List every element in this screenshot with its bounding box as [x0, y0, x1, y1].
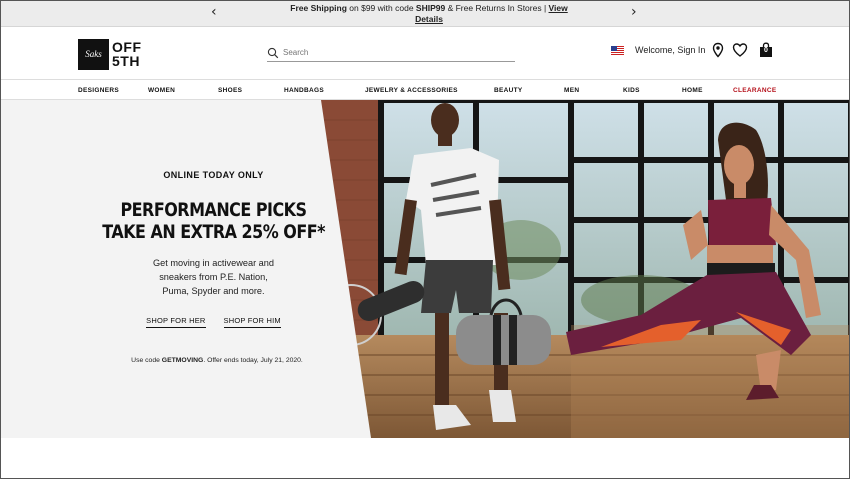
hero-body-line-3: Puma, Spyder and more. [162, 286, 265, 296]
nav-item-beauty[interactable]: BEAUTY [494, 87, 523, 94]
shopping-bag-button[interactable]: 0 [758, 42, 774, 58]
nav-item-women[interactable]: WOMEN [148, 87, 175, 94]
bag-count: 0 [764, 47, 768, 54]
hero-body-line-2: sneakers from P.E. Nation, [159, 272, 268, 282]
logo-off: OFF [112, 39, 142, 55]
nav-item-handbags[interactable]: HANDBAGS [284, 87, 324, 94]
nav-item-jewelry-accessories[interactable]: JEWELRY & ACCESSORIES [365, 87, 458, 94]
promo-message: Free Shipping on $99 with code SHIP99 & … [279, 3, 579, 25]
nav-item-kids[interactable]: KIDS [623, 87, 640, 94]
hero-banner[interactable]: ONLINE TODAY ONLY PERFORMANCE PICKS TAKE… [1, 100, 849, 438]
chevron-left-icon[interactable]: ‹ [211, 4, 217, 20]
category-nav: DESIGNERS WOMEN SHOES HANDBAGS JEWELRY &… [1, 81, 849, 100]
nav-item-clearance[interactable]: CLEARANCE [733, 87, 777, 94]
hero-body-line-1: Get moving in activewear and [152, 258, 275, 268]
chevron-right-icon[interactable]: › [631, 4, 637, 20]
logo-5th: 5TH [112, 53, 140, 69]
hero-headline-line-2: TAKE AN EXTRA 25% OFF* [102, 221, 325, 243]
fine-prefix: Use code [131, 357, 162, 364]
search-bar[interactable] [267, 44, 515, 62]
shop-for-him-link[interactable]: SHOP FOR HIM [223, 316, 281, 328]
offer-fine-print: Use code GETMOVING. Offer ends today, Ju… [97, 357, 337, 364]
heart-icon[interactable] [732, 42, 748, 58]
saks-off-5th-logo[interactable]: Saks OFF 5TH [78, 38, 142, 70]
nav-item-home[interactable]: HOME [682, 87, 703, 94]
logo-wordmark: OFF 5TH [112, 40, 142, 68]
search-input[interactable] [283, 48, 503, 57]
hero-body: Get moving in activewear and sneakers fr… [101, 256, 326, 298]
shop-for-her-link[interactable]: SHOP FOR HER [146, 316, 206, 328]
hero-eyebrow: ONLINE TODAY ONLY [163, 170, 264, 180]
logo-mark: Saks [78, 38, 109, 70]
hero-ctas: SHOP FOR HER SHOP FOR HIM [101, 316, 326, 328]
promo-text-mid: on $99 with code [346, 3, 416, 13]
logo-script: Saks [85, 49, 102, 59]
promo-bar: ‹ Free Shipping on $99 with code SHIP99 … [1, 1, 849, 27]
fine-suffix: . Offer ends today, July 21, 2020. [203, 357, 303, 364]
promo-shipping-label: Free Shipping [290, 3, 347, 13]
hero-copy: ONLINE TODAY ONLY PERFORMANCE PICKS TAKE… [101, 170, 326, 328]
hero-headline-line-1: PERFORMANCE PICKS [120, 199, 307, 221]
sign-in-link[interactable]: Welcome, Sign In [635, 45, 705, 55]
us-flag-icon[interactable] [611, 46, 624, 55]
location-pin-icon[interactable] [710, 42, 726, 58]
nav-item-men[interactable]: MEN [564, 87, 579, 94]
promo-code: SHIP99 [415, 3, 446, 13]
nav-item-designers[interactable]: DESIGNERS [78, 87, 119, 94]
fine-code: GETMOVING [161, 357, 204, 364]
browser-viewport: ‹ Free Shipping on $99 with code SHIP99 … [0, 0, 850, 479]
promo-text-end: & Free Returns In Stores | [445, 3, 549, 13]
nav-item-shoes[interactable]: SHOES [218, 87, 242, 94]
search-icon [267, 47, 279, 58]
site-header: Saks OFF 5TH Welcome, Sign In [1, 27, 849, 80]
